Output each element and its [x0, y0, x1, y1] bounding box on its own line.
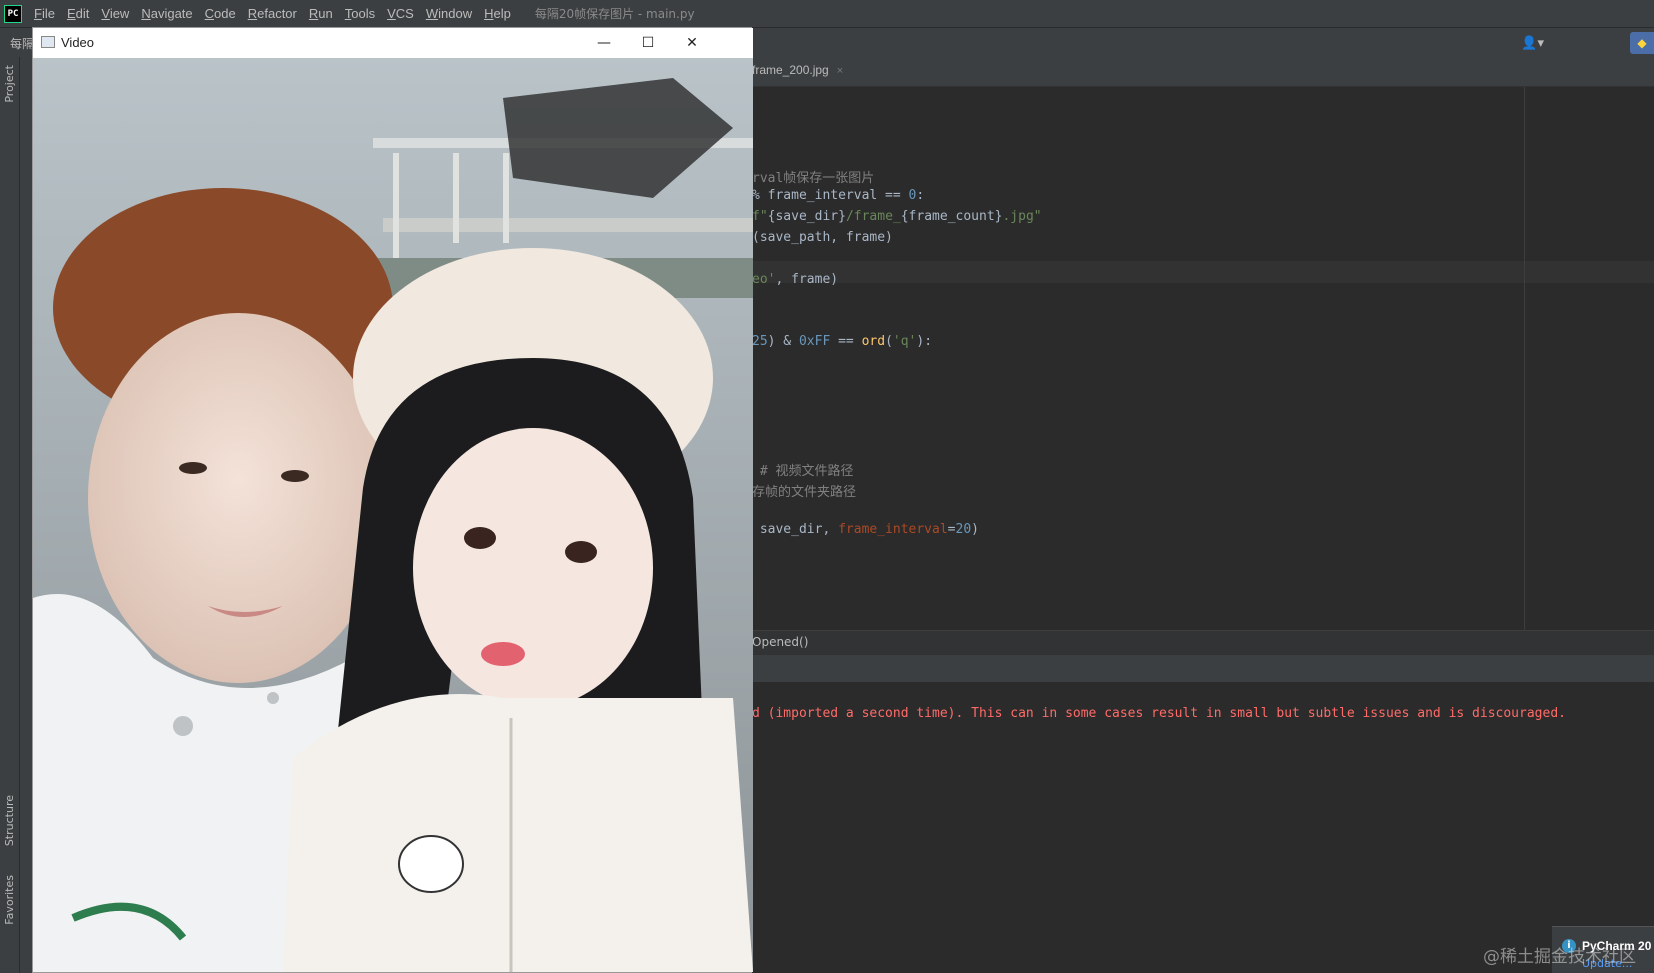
code-token: = — [947, 522, 956, 537]
code-token: , frame) — [775, 272, 839, 287]
code-line[interactable]: eo', frame) — [752, 272, 838, 287]
user-icon[interactable]: 👤▾ — [1521, 36, 1544, 51]
code-line[interactable]: # 视频文件路径 — [752, 460, 854, 479]
code-token: % frame_interval == — [752, 188, 909, 203]
editor-tab-bar: frame_200.jpg × — [752, 57, 1654, 87]
code-line[interactable]: f"{save_dir}/frame_{frame_count}.jpg" — [752, 209, 1042, 224]
code-token: : — [916, 188, 925, 203]
run-panel-header — [752, 654, 1654, 682]
code-token: .jpg" — [1002, 209, 1042, 224]
code-breadcrumb-bar: Opened() — [752, 630, 1654, 654]
video-window[interactable]: Video — ☐ ✕ — [32, 27, 753, 973]
project-panel — [20, 57, 32, 973]
window-title: 每隔20帧保存图片 - main.py — [534, 7, 695, 21]
code-token: ( — [885, 334, 893, 349]
project-breadcrumb[interactable]: 每隔 — [10, 35, 34, 52]
close-button[interactable]: ✕ — [669, 28, 715, 58]
minimize-button[interactable]: — — [581, 28, 627, 58]
menu-file[interactable]: File — [28, 6, 61, 21]
code-token: rval帧保存一张图片 — [752, 171, 875, 186]
run-console[interactable]: d (imported a second time). This can in … — [752, 682, 1654, 973]
menu-tools[interactable]: Tools — [339, 6, 381, 21]
code-token: ) & — [767, 334, 799, 349]
menu-view[interactable]: View — [95, 6, 135, 21]
code-token: ) — [971, 522, 979, 537]
code-token: eo' — [752, 272, 776, 287]
code-token: ): — [916, 334, 933, 349]
code-token: 0xFF — [798, 334, 831, 349]
code-token: {frame_count} — [900, 209, 1003, 224]
code-line[interactable]: rval帧保存一张图片 — [752, 167, 874, 186]
structure-tool-tab[interactable]: Structure — [3, 795, 16, 846]
code-token: ord — [861, 334, 886, 349]
pycharm-logo-icon: PC — [4, 4, 22, 23]
video-titlebar[interactable]: Video — ☐ ✕ — [33, 28, 753, 58]
menu-bar: PC File Edit View Navigate Code Refactor… — [0, 0, 1654, 27]
menu-navigate[interactable]: Navigate — [135, 6, 198, 21]
code-token: f" — [752, 209, 768, 224]
menu-edit[interactable]: Edit — [61, 6, 95, 21]
menu-window[interactable]: Window — [420, 6, 478, 21]
python-interpreter-icon[interactable]: ◆ — [1630, 32, 1654, 54]
code-line[interactable]: 25) & 0xFF == ord('q'): — [752, 334, 932, 349]
favorites-tool-tab[interactable]: Favorites — [3, 875, 16, 925]
caret-line-highlight — [752, 261, 1654, 283]
menu-refactor[interactable]: Refactor — [242, 6, 303, 21]
video-frame-photo — [33, 58, 753, 972]
project-tool-tab[interactable]: Project — [3, 65, 16, 103]
menu-run[interactable]: Run — [303, 6, 339, 21]
code-token: 25 — [752, 334, 768, 349]
breadcrumb-item[interactable]: Opened() — [752, 635, 808, 649]
code-token: # 视频文件路径 — [752, 464, 854, 479]
watermark: @稀土掘金技术社区 — [1483, 947, 1636, 967]
tab-label: frame_200.jpg — [752, 63, 829, 77]
code-line[interactable]: 存帧的文件夹路径 — [752, 481, 856, 500]
right-margin-guide — [1524, 87, 1525, 630]
code-token: == — [830, 334, 862, 349]
tab-close-icon[interactable]: × — [837, 65, 843, 77]
video-window-title: Video — [61, 35, 95, 50]
video-frame-image — [33, 58, 753, 972]
code-token: 20 — [955, 522, 972, 537]
console-warning-line: d (imported a second time). This can in … — [752, 706, 1566, 721]
window-app-icon — [41, 36, 55, 48]
code-token: save_dir, — [752, 522, 839, 537]
menu-vcs[interactable]: VCS — [381, 6, 420, 21]
code-token: (save_path, frame) — [752, 230, 893, 245]
code-line[interactable]: (save_path, frame) — [752, 230, 893, 245]
maximize-button[interactable]: ☐ — [625, 28, 671, 58]
code-token: 存帧的文件夹路径 — [752, 485, 857, 500]
code-token: {save_dir} — [767, 209, 846, 224]
code-editor[interactable]: rval帧保存一张图片 % frame_interval == 0: f"{save… — [752, 87, 1654, 630]
menu-help[interactable]: Help — [478, 6, 517, 21]
left-tool-strip: Project Structure Favorites — [0, 57, 20, 973]
code-token: frame_interval — [838, 522, 948, 537]
code-token: /frame_ — [845, 209, 901, 224]
code-line[interactable]: save_dir, frame_interval=20) — [752, 522, 979, 537]
code-line[interactable]: % frame_interval == 0: — [752, 188, 924, 203]
tab-frame-200-jpg[interactable]: frame_200.jpg × — [752, 63, 843, 77]
menu-code[interactable]: Code — [199, 6, 242, 21]
code-token: 'q' — [892, 334, 917, 349]
